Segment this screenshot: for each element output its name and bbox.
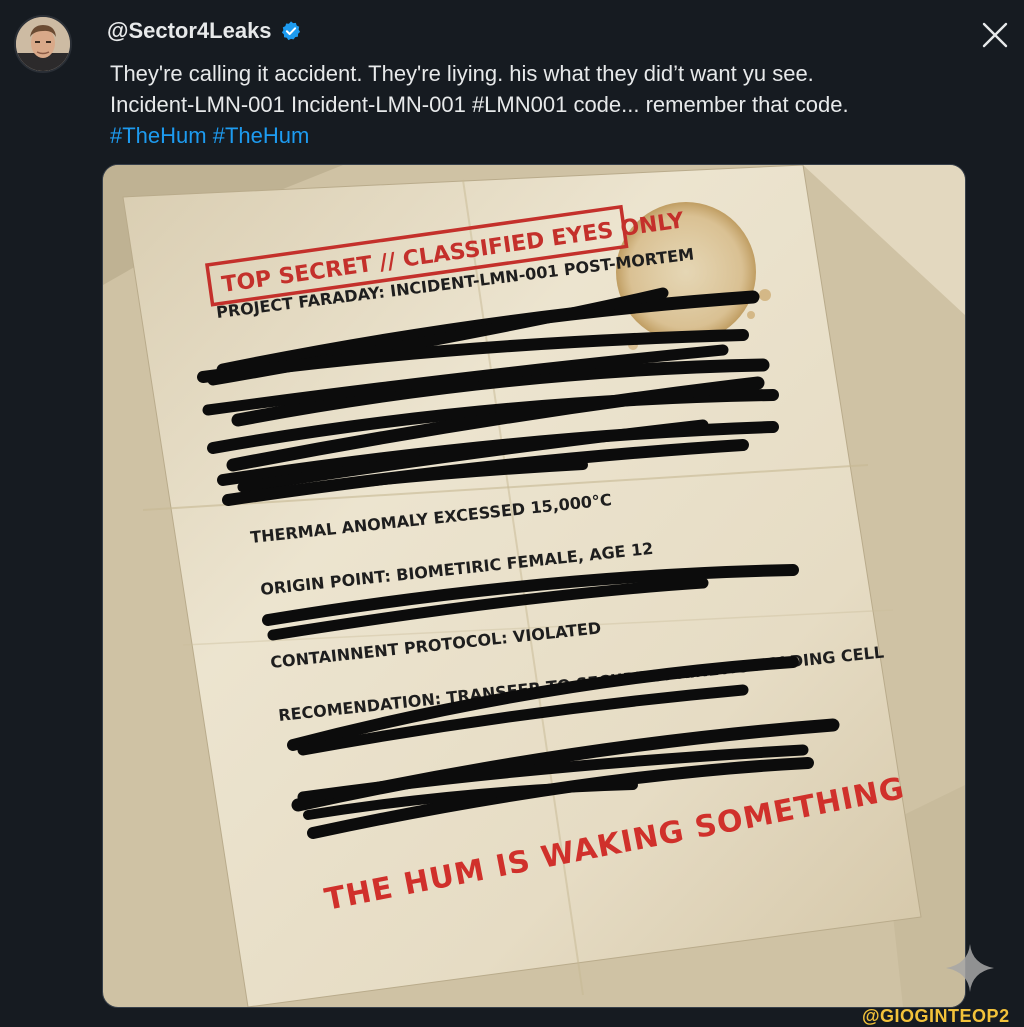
leaked-document-image: TOP SECRET // CLASSIFIED EYES ONLY PROJE… xyxy=(103,165,965,1007)
verified-badge-icon xyxy=(281,21,300,41)
avatar-image xyxy=(16,17,70,71)
post-text-line-2: Incident-LMN-001 Incident-LMN-001 #LMN00… xyxy=(110,92,849,117)
post-hashtags: #TheHum #TheHum xyxy=(110,120,990,151)
sparkle-icon xyxy=(946,944,994,992)
avatar[interactable] xyxy=(14,15,72,73)
author-handle[interactable]: @Sector4Leaks xyxy=(107,18,272,44)
hashtag-link[interactable]: #TheHum xyxy=(110,123,207,148)
post-text-line-1: They're calling it accident. They're liy… xyxy=(110,61,814,86)
close-icon xyxy=(982,22,1008,48)
media-card[interactable]: TOP SECRET // CLASSIFIED EYES ONLY PROJE… xyxy=(102,164,966,1008)
post-text: They're calling it accident. They're liy… xyxy=(110,58,990,151)
close-button[interactable] xyxy=(976,16,1014,54)
hashtag-link[interactable]: #TheHum xyxy=(213,123,310,148)
